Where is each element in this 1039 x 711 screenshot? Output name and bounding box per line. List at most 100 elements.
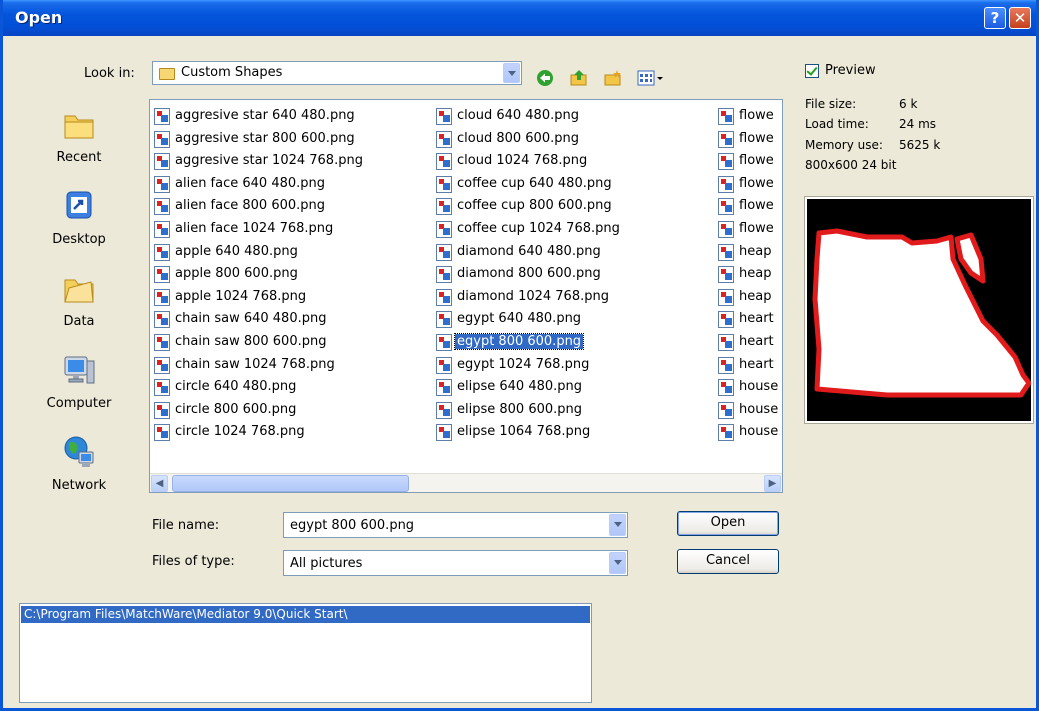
file-item[interactable]: diamond 1024 768.png [436,287,714,310]
png-file-icon [154,243,170,261]
file-item[interactable]: heap [718,264,782,287]
png-file-icon [154,288,170,306]
file-item[interactable]: apple 1024 768.png [154,287,434,310]
back-icon[interactable] [535,69,555,87]
view-menu-icon[interactable] [637,69,669,87]
place-network[interactable]: Network [29,424,129,506]
file-item[interactable]: flowe [718,196,782,219]
file-item[interactable]: flowe [718,151,782,174]
file-item[interactable]: coffee cup 640 480.png [436,174,714,197]
file-item[interactable]: circle 800 600.png [154,400,434,423]
file-name-field[interactable]: egypt 800 600.png [283,512,628,538]
png-file-icon [436,401,452,419]
file-item[interactable]: heap [718,242,782,265]
recent-paths-list[interactable]: C:\Program Files\MatchWare\Mediator 9.0\… [19,603,592,703]
file-item-label: chain saw 1024 768.png [175,356,335,372]
chevron-down-icon[interactable] [609,552,626,574]
png-file-icon [154,401,170,419]
file-list[interactable]: aggresive star 640 480.png aggresive star… [149,99,783,493]
file-item[interactable]: aggresive star 640 480.png [154,106,434,129]
file-item[interactable]: chain saw 800 600.png [154,332,434,355]
file-item-label: heart [739,311,774,327]
file-item[interactable]: aggresive star 1024 768.png [154,151,434,174]
file-item[interactable]: apple 800 600.png [154,264,434,287]
look-in-dropdown[interactable]: Custom Shapes [152,61,522,85]
file-item[interactable]: flowe [718,219,782,242]
file-item-label: aggresive star 640 480.png [175,108,355,123]
preview-checkbox[interactable] [805,64,819,78]
file-item[interactable]: egypt 800 600.png [436,332,714,355]
file-item[interactable]: heap [718,287,782,310]
title-bar[interactable]: Open ? ✕ [3,0,1036,36]
file-item[interactable]: chain saw 640 480.png [154,309,434,332]
png-file-icon [718,356,734,374]
file-item-label: apple 1024 768.png [175,288,307,304]
close-button[interactable]: ✕ [1009,7,1031,29]
file-item-label: diamond 800 600.png [457,266,601,282]
scroll-right-icon[interactable]: ▶ [764,475,781,492]
file-item[interactable]: house [718,377,782,400]
file-item[interactable]: flowe [718,106,782,129]
file-column-2: cloud 640 480.png cloud 800 600.png cloud … [436,106,714,445]
file-item[interactable]: coffee cup 800 600.png [436,196,714,219]
png-file-icon [718,424,734,442]
file-item[interactable]: alien face 640 480.png [154,174,434,197]
new-folder-icon[interactable] [603,69,623,87]
chevron-down-icon[interactable] [609,514,626,536]
file-item[interactable]: elipse 800 600.png [436,400,714,423]
file-item[interactable]: alien face 1024 768.png [154,219,434,242]
png-file-icon [718,175,734,193]
file-name-value: egypt 800 600.png [290,518,415,533]
horizontal-scrollbar[interactable]: ◀ ▶ [150,473,782,492]
file-item[interactable]: elipse 640 480.png [436,377,714,400]
file-item[interactable]: cloud 800 600.png [436,129,714,152]
png-file-icon [718,153,734,171]
file-item-label: flowe [739,153,774,169]
file-item[interactable]: aggresive star 800 600.png [154,129,434,152]
file-item[interactable]: house [718,400,782,423]
scrollbar-thumb[interactable] [172,475,409,492]
file-item[interactable]: cloud 640 480.png [436,106,714,129]
file-item[interactable]: alien face 800 600.png [154,196,434,219]
place-recent[interactable]: Recent [29,96,129,178]
file-item[interactable]: diamond 640 480.png [436,242,714,265]
place-desktop[interactable]: Desktop [29,178,129,260]
file-item[interactable]: flowe [718,174,782,197]
chevron-down-icon[interactable] [503,63,520,83]
open-button[interactable]: Open [677,511,779,536]
file-item-label: cloud 800 600.png [457,130,579,146]
file-type-dropdown[interactable]: All pictures [283,550,628,576]
cancel-button[interactable]: Cancel [677,549,779,574]
places-bar: Recent Desktop Data Computer Network [29,96,129,506]
place-computer[interactable]: Computer [29,342,129,424]
png-file-icon [154,311,170,329]
file-type-label: Files of type: [152,554,235,569]
png-file-icon [436,356,452,374]
file-item[interactable]: chain saw 1024 768.png [154,355,434,378]
file-item[interactable]: egypt 1024 768.png [436,355,714,378]
file-item[interactable]: circle 1024 768.png [154,422,434,445]
file-item[interactable]: heart [718,309,782,332]
look-in-label: Look in: [84,66,135,81]
png-file-icon [718,333,734,351]
file-item[interactable]: coffee cup 1024 768.png [436,219,714,242]
help-button[interactable]: ? [984,7,1006,29]
file-item[interactable]: circle 640 480.png [154,377,434,400]
file-item[interactable]: egypt 640 480.png [436,309,714,332]
file-item[interactable]: elipse 1064 768.png [436,422,714,445]
file-item[interactable]: house [718,422,782,445]
file-item[interactable]: flowe [718,129,782,152]
file-item[interactable]: cloud 1024 768.png [436,151,714,174]
file-item[interactable]: apple 640 480.png [154,242,434,265]
desktop-icon [66,191,92,219]
file-item[interactable]: diamond 800 600.png [436,264,714,287]
scroll-left-icon[interactable]: ◀ [151,475,168,492]
file-item[interactable]: heart [718,355,782,378]
path-item-selected[interactable]: C:\Program Files\MatchWare\Mediator 9.0\… [21,606,590,623]
dialog-title: Open [15,8,63,27]
file-item[interactable]: heart [718,332,782,355]
place-data[interactable]: Data [29,260,129,342]
file-item-label: alien face 800 600.png [175,198,326,214]
png-file-icon [436,220,452,238]
up-folder-icon[interactable] [569,69,589,87]
